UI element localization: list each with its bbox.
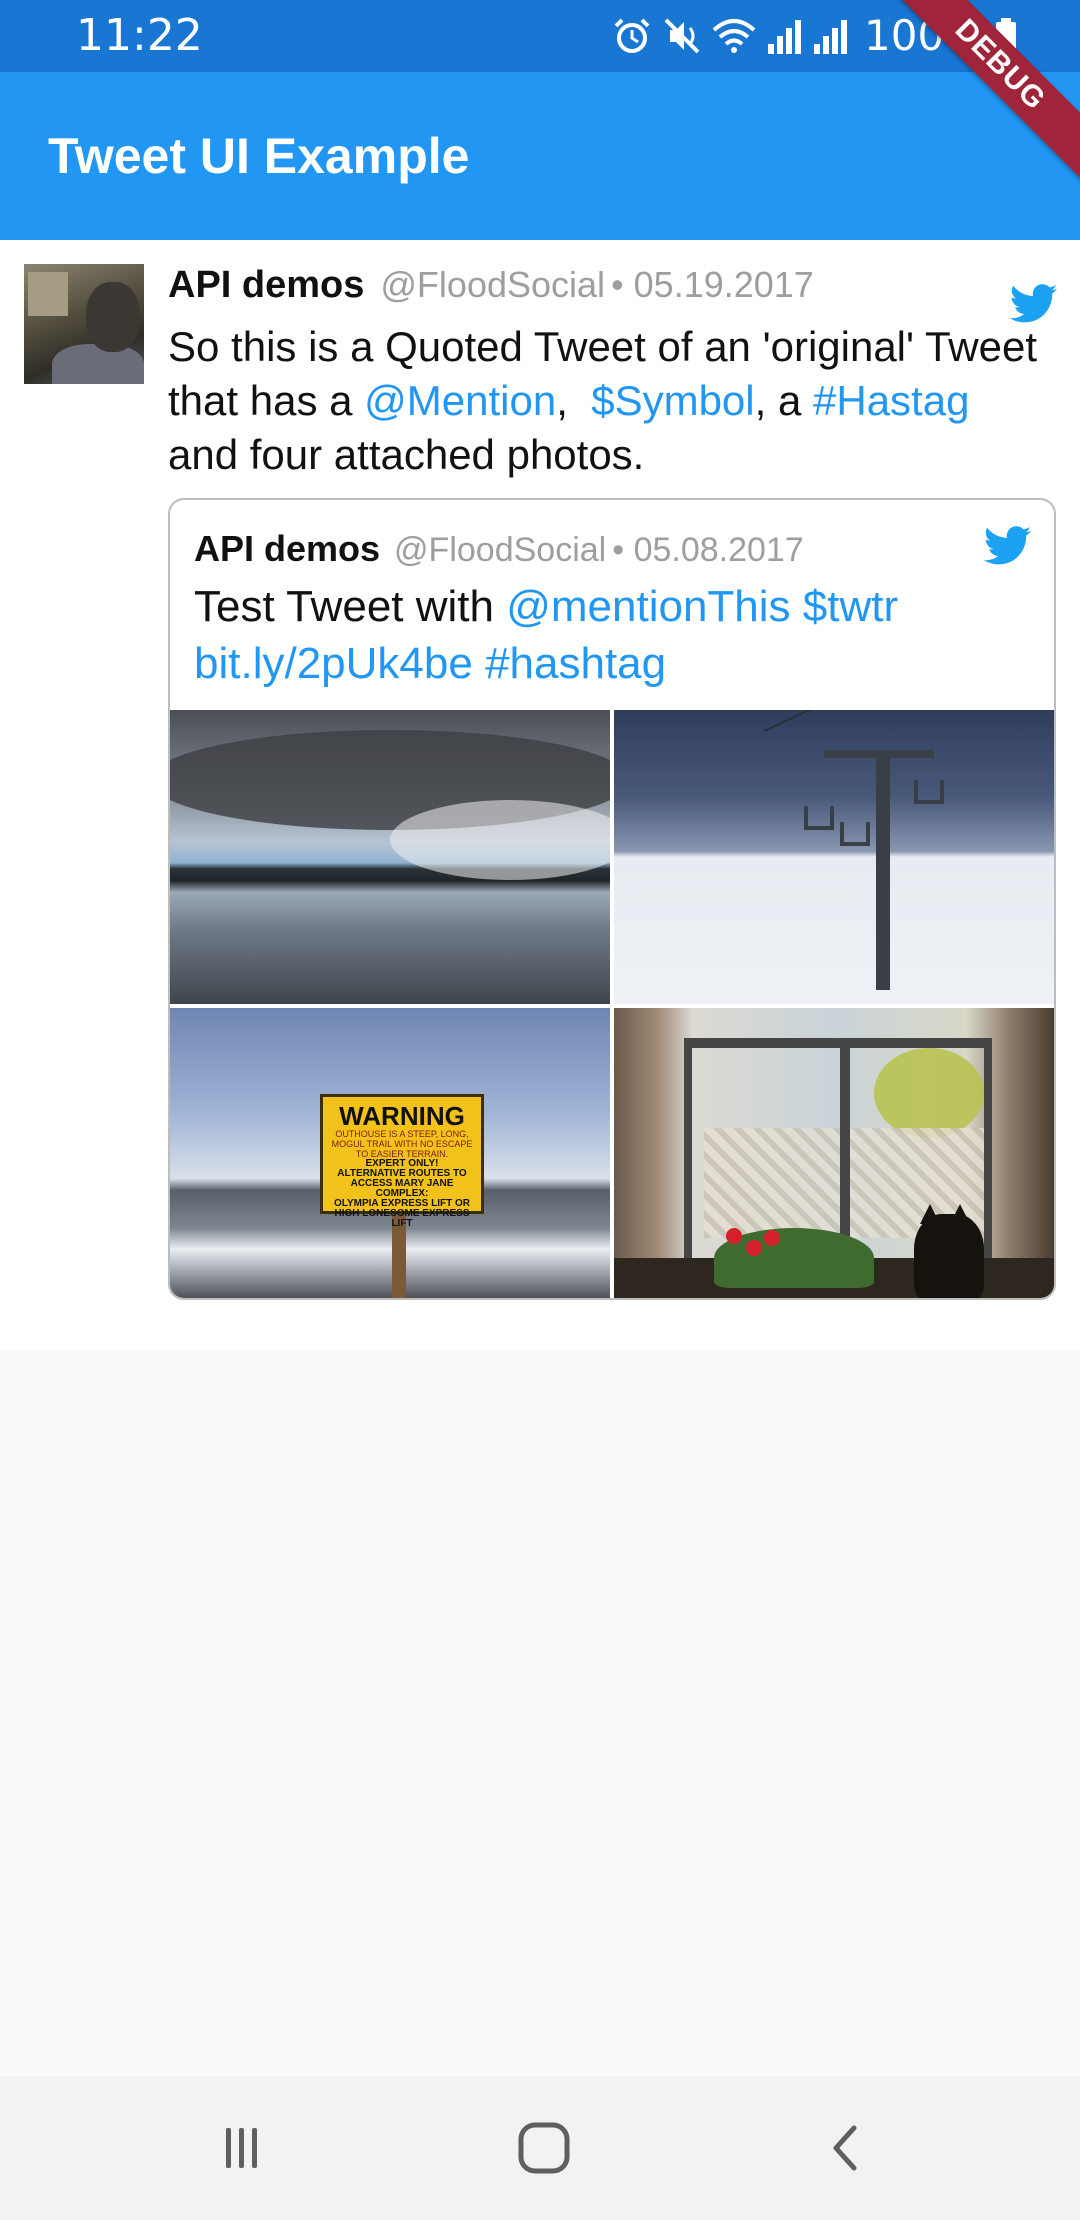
user-name[interactable]: API demos: [168, 264, 364, 307]
hashtag-link[interactable]: #Hastag: [813, 377, 969, 424]
status-time: 11:22: [76, 10, 203, 61]
mention-link[interactable]: @mentionThis: [506, 582, 790, 631]
quoted-text-part: Test Tweet with: [194, 582, 507, 631]
twitter-logo-icon[interactable]: [1010, 284, 1058, 324]
warning-sign-title: WARNING: [339, 1101, 465, 1131]
symbol-link[interactable]: $Symbol: [591, 377, 754, 424]
app-title: Tweet UI Example: [48, 128, 470, 184]
signal-icon: [814, 20, 847, 54]
warning-sign-routes: ACCESS MARY JANE COMPLEX:: [350, 1178, 454, 1199]
ski-lift-photo[interactable]: [614, 710, 1054, 1004]
tweet-text-part: , a: [754, 377, 813, 424]
back-button[interactable]: [806, 2116, 886, 2180]
avatar[interactable]: [24, 264, 144, 384]
tweet-header: API demos @FloodSocial • 05.19.2017: [168, 264, 1058, 320]
url-link[interactable]: bit.ly/2pUk4be: [194, 639, 473, 688]
mention-link[interactable]: @Mention: [364, 377, 556, 424]
recent-apps-button[interactable]: [202, 2116, 282, 2180]
photo-grid: WARNING OUTHOUSE IS A STEEP, LONG, MOGUL…: [170, 710, 1054, 1298]
warning-sign: WARNING OUTHOUSE IS A STEEP, LONG, MOGUL…: [320, 1094, 484, 1229]
tweet-content: API demos @FloodSocial • 05.19.2017 So t…: [168, 264, 1058, 482]
user-handle[interactable]: @FloodSocial: [380, 264, 605, 306]
warning-sign-lifts: HIGH LONESOME EXPRESS LIFT: [334, 1208, 470, 1229]
quoted-user-handle[interactable]: @FloodSocial: [394, 531, 606, 570]
hashtag-link[interactable]: #hashtag: [485, 639, 666, 688]
home-button[interactable]: [504, 2116, 584, 2180]
tweet-text-part: ,: [556, 377, 592, 424]
quoted-user-name[interactable]: API demos: [194, 528, 380, 570]
quoted-tweet[interactable]: API demos @FloodSocial • 05.08.2017 Test…: [168, 498, 1056, 1300]
lake-photo[interactable]: [170, 710, 610, 1004]
back-icon: [833, 2125, 857, 2171]
tweet-text: So this is a Quoted Tweet of an 'origina…: [168, 320, 1038, 482]
recent-apps-icon: [226, 2128, 257, 2168]
window-cat-photo[interactable]: [614, 1008, 1054, 1298]
warning-sign-line: OUTHOUSE IS A STEEP, LONG,: [335, 1129, 469, 1139]
navigation-bar: [0, 2076, 1080, 2220]
quoted-tweet-text: Test Tweet with @mentionThis $twtr bit.l…: [194, 578, 1014, 692]
tweet-date: • 05.19.2017: [611, 264, 814, 305]
tweet-card[interactable]: API demos @FloodSocial • 05.19.2017 So t…: [0, 240, 1080, 1350]
twitter-logo-icon[interactable]: [984, 526, 1032, 566]
alarm-icon: [614, 18, 650, 53]
signal-icon: [768, 20, 801, 54]
mute-icon: [664, 18, 700, 54]
symbol-link[interactable]: $twtr: [803, 582, 898, 631]
app-bar: Tweet UI Example: [0, 72, 1080, 240]
warning-sign-line: MOGUL TRAIL WITH NO ESCAPE: [331, 1139, 473, 1149]
warning-sign-photo[interactable]: WARNING OUTHOUSE IS A STEEP, LONG, MOGUL…: [170, 1008, 610, 1298]
tweet-text-part: and four attached photos.: [168, 431, 645, 478]
wifi-icon: [712, 19, 756, 53]
home-icon: [518, 2122, 570, 2174]
quoted-tweet-header: API demos @FloodSocial • 05.08.2017: [194, 528, 804, 582]
quoted-tweet-date: • 05.08.2017: [612, 531, 804, 569]
